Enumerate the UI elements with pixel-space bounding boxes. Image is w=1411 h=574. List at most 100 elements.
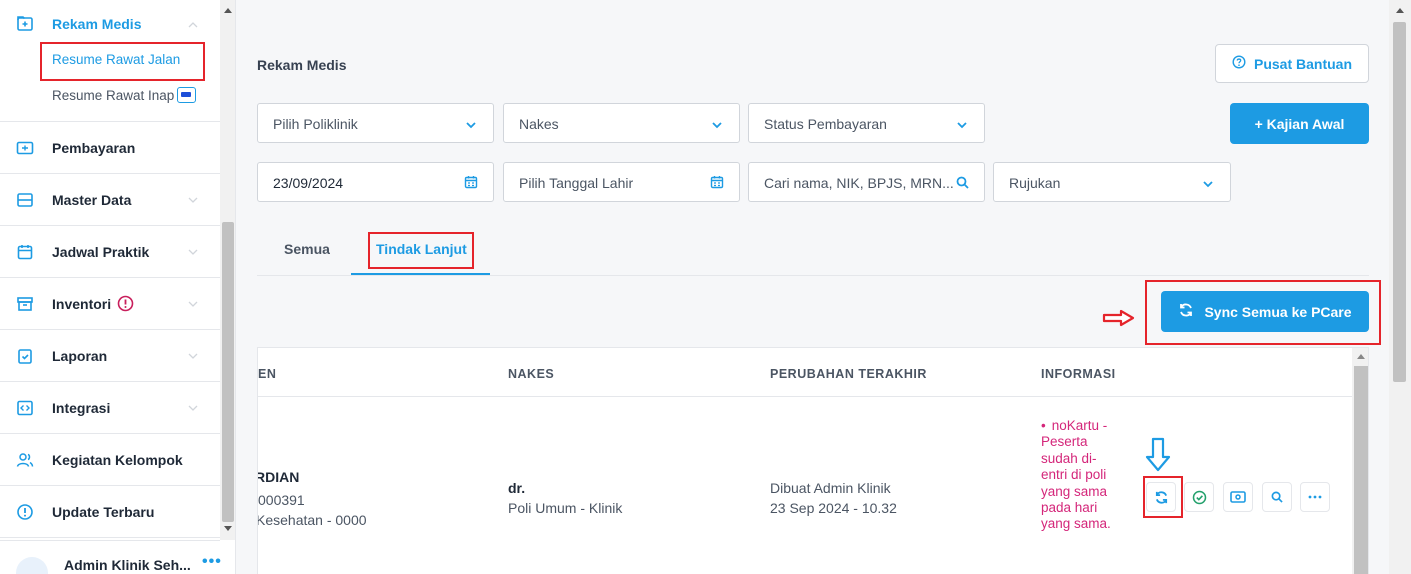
chevron-down-icon <box>188 405 198 411</box>
patient-insurance: Kesehatan - 0000 <box>257 512 367 528</box>
archive-icon <box>16 295 34 313</box>
scroll-thumb[interactable] <box>222 222 234 522</box>
sidebar-item-pembayaran[interactable]: Pembayaran <box>0 122 220 174</box>
sidebar-item-jadwal-praktik[interactable]: Jadwal Praktik <box>0 226 220 278</box>
search-input[interactable]: Cari nama, NIK, BPJS, MRN... <box>748 162 985 202</box>
page-title: Rekam Medis <box>257 57 347 73</box>
cash-icon <box>1230 491 1246 503</box>
chevron-down-icon <box>188 197 198 203</box>
help-center-label: Pusat Bantuan <box>1253 55 1352 72</box>
info-icon <box>16 503 34 521</box>
highlight-box-tindak-lanjut <box>368 232 474 269</box>
date-picker-value: 23/09/2024 <box>273 175 344 191</box>
sidebar-item-label: Master Data <box>52 191 132 208</box>
nakes-name: dr. <box>508 480 526 496</box>
info-text: noKartu - Peserta sudah di-entri di poli… <box>1041 418 1111 532</box>
sidebar-item-master-data[interactable]: Master Data <box>0 174 220 226</box>
highlight-box-sync-row <box>1143 476 1183 518</box>
tab-semua[interactable]: Semua <box>284 241 330 257</box>
nakes-select[interactable]: Nakes <box>503 103 740 143</box>
add-kajian-awal-label: + Kajian Awal <box>1254 115 1345 132</box>
poliklinik-select-value: Pilih Poliklinik <box>273 116 358 132</box>
view-button[interactable] <box>1262 482 1292 512</box>
page-scrollbar[interactable] <box>1389 0 1411 574</box>
sidebar-item-label: Kegiatan Kelompok <box>52 451 183 468</box>
scroll-up-icon[interactable] <box>1396 8 1404 13</box>
sidebar-item-label: Laporan <box>52 347 108 364</box>
column-header-info: INFORMASI <box>1041 367 1116 381</box>
payment-button[interactable] <box>1223 482 1253 512</box>
database-icon <box>16 191 34 209</box>
nakes-poli: Poli Umum - Klinik <box>508 500 623 516</box>
table-scrollbar[interactable] <box>1352 348 1368 574</box>
sidebar-subitem-resume-rawat-inap[interactable]: Resume Rawat Inap <box>52 87 197 104</box>
medical-record-icon <box>16 14 34 32</box>
sidebar-scrollbar[interactable] <box>220 0 235 540</box>
info-bullet: • <box>1041 418 1046 433</box>
info-message: • noKartu - Peserta sudah di-entri di pol… <box>1041 418 1121 533</box>
highlight-box-sync <box>1145 280 1381 345</box>
records-table: EN NAKES PERUBAHAN TERAKHIR INFORMASI RD… <box>257 347 1369 574</box>
more-icon <box>1308 495 1322 499</box>
column-header-last-change: PERUBAHAN TERAKHIR <box>770 367 927 381</box>
arrow-down-icon <box>1145 437 1171 472</box>
more-actions-button[interactable] <box>1300 482 1330 512</box>
verify-button[interactable] <box>1184 482 1214 512</box>
scroll-up-icon[interactable] <box>1357 354 1365 359</box>
sidebar-subitem-label: Resume Rawat Inap <box>52 88 175 103</box>
sidebar-item-inventori[interactable]: Inventori <box>0 278 220 330</box>
changed-at: 23 Sep 2024 - 10.32 <box>770 500 897 516</box>
chevron-down-icon <box>188 353 198 359</box>
column-header-nakes: NAKES <box>508 367 555 381</box>
chevron-down-icon <box>188 301 198 307</box>
help-center-button[interactable]: Pusat Bantuan <box>1215 44 1369 83</box>
sidebar-item-update-terbaru[interactable]: Update Terbaru <box>0 486 220 538</box>
cash-icon <box>16 139 34 157</box>
user-profile[interactable]: Admin Klinik Seh... ••• <box>0 540 222 574</box>
changed-by: Dibuat Admin Klinik <box>770 480 891 496</box>
search-icon <box>1271 491 1283 503</box>
chevron-down-icon <box>188 249 198 255</box>
more-icon[interactable]: ••• <box>202 553 222 571</box>
search-input-placeholder: Cari nama, NIK, BPJS, MRN... <box>764 175 954 191</box>
chevron-down-icon <box>712 122 722 129</box>
nakes-select-value: Nakes <box>519 116 559 132</box>
calendar-icon <box>710 176 724 189</box>
chevron-down-icon <box>1203 181 1213 188</box>
sidebar-item-label: Inventori <box>52 295 112 312</box>
table-header-divider <box>258 396 1352 397</box>
scroll-down-icon[interactable] <box>224 526 232 531</box>
rujukan-select-value: Rujukan <box>1009 175 1061 191</box>
patient-id: 000391 <box>258 492 305 508</box>
scroll-up-icon[interactable] <box>224 8 232 13</box>
birth-date-picker-value: Pilih Tanggal Lahir <box>519 175 634 191</box>
sidebar-item-label: Integrasi <box>52 399 111 416</box>
chevron-down-icon <box>466 122 476 129</box>
poliklinik-select[interactable]: Pilih Poliklinik <box>257 103 494 143</box>
date-picker[interactable]: 23/09/2024 <box>257 162 494 202</box>
sidebar-item-laporan[interactable]: Laporan <box>0 330 220 382</box>
user-name: Admin Klinik Seh... <box>64 557 191 573</box>
column-header-patient: EN <box>258 367 277 381</box>
sidebar-item-label: Rekam Medis <box>52 16 142 32</box>
add-kajian-awal-button[interactable]: + Kajian Awal <box>1230 103 1369 144</box>
chevron-down-icon <box>957 122 967 129</box>
arrow-right-icon <box>1102 309 1135 327</box>
calendar-icon <box>464 176 478 189</box>
scroll-thumb[interactable] <box>1354 366 1368 574</box>
sidebar-item-label: Pembayaran <box>52 139 136 156</box>
sidebar-item-kegiatan-kelompok[interactable]: Kegiatan Kelompok <box>0 434 220 486</box>
status-pembayaran-select[interactable]: Status Pembayaran <box>748 103 985 143</box>
sidebar: Rekam Medis Resume Rawat Jalan Resume Ra… <box>0 0 236 574</box>
patient-name[interactable]: RDIAN <box>258 469 299 485</box>
active-tab-indicator <box>351 273 490 275</box>
check-circle-icon <box>1192 490 1206 504</box>
chevron-up-icon <box>188 22 198 28</box>
scroll-thumb[interactable] <box>1393 22 1406 382</box>
birth-date-picker[interactable]: Pilih Tanggal Lahir <box>503 162 740 202</box>
rujukan-select[interactable]: Rujukan <box>993 162 1231 202</box>
bed-icon <box>177 87 197 104</box>
sidebar-item-label: Jadwal Praktik <box>52 243 150 260</box>
avatar <box>16 557 48 574</box>
sidebar-item-integrasi[interactable]: Integrasi <box>0 382 220 434</box>
